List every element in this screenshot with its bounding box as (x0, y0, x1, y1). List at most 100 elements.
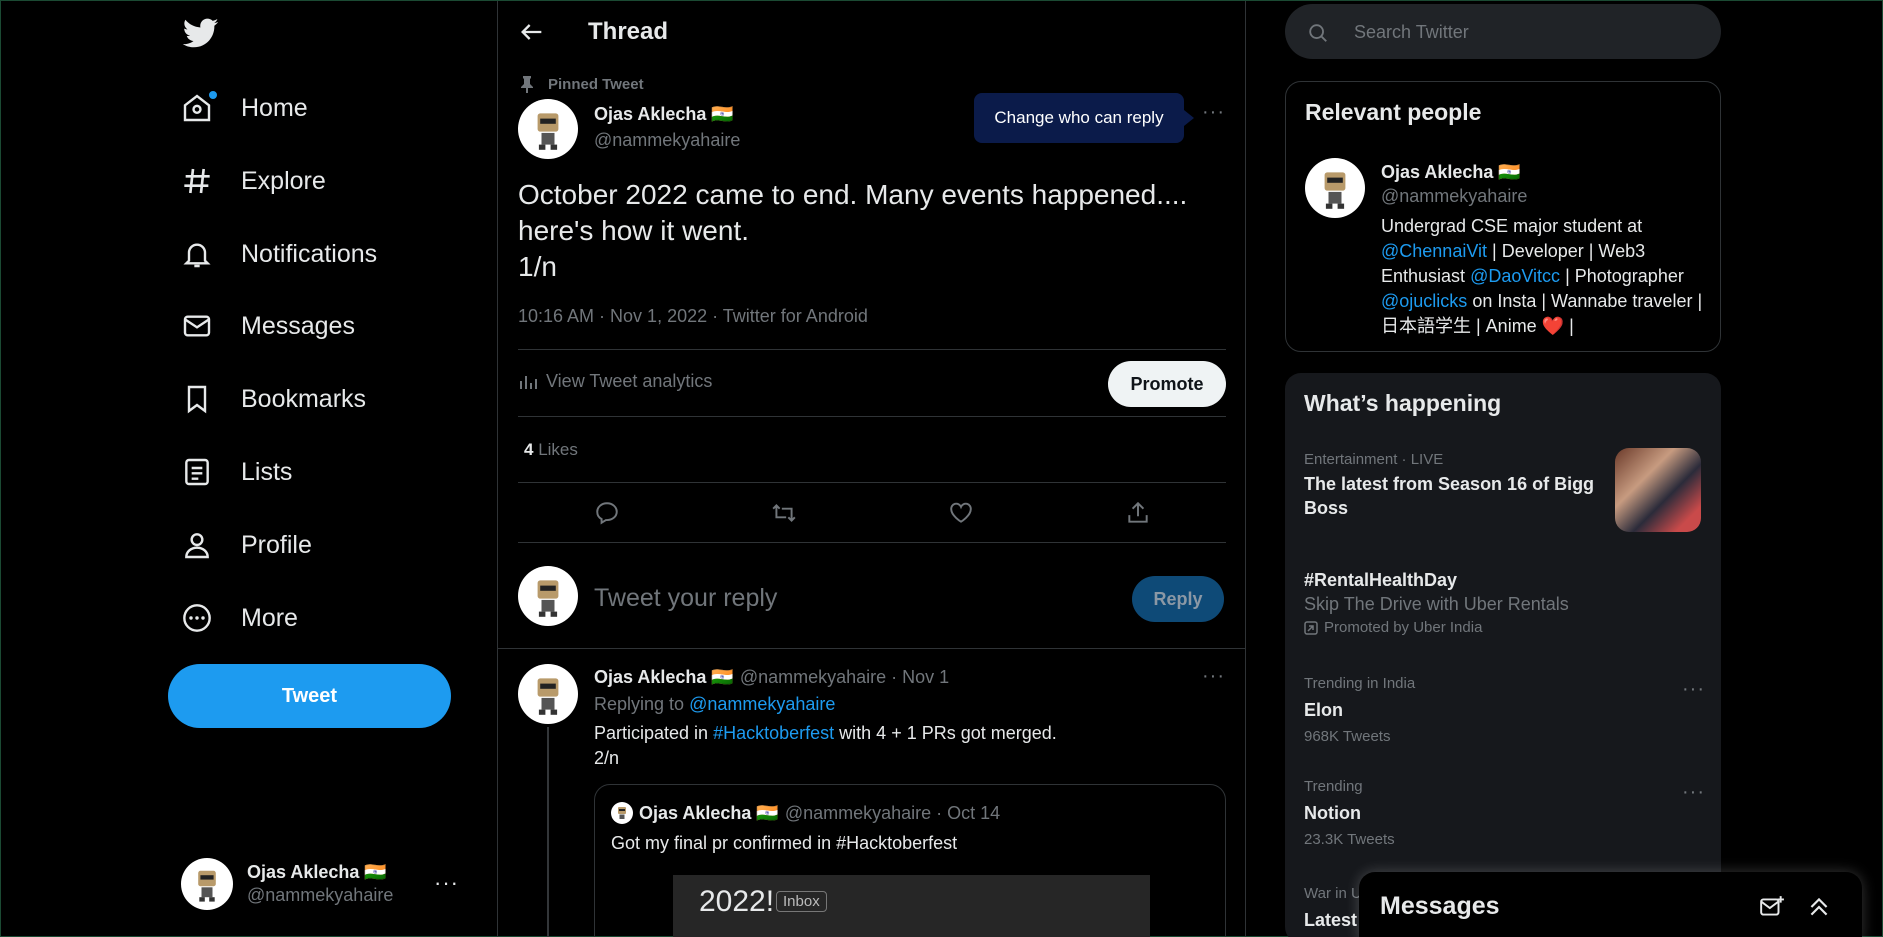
trend-topic: Notion (1304, 803, 1361, 823)
trend-category: Entertainment · LIVE (1304, 451, 1444, 468)
nav-explore-label: Explore (241, 166, 326, 195)
quote-author-name: Ojas Aklecha 🇮🇳 (639, 802, 779, 823)
reply-text-part: 2/n (594, 748, 620, 768)
promote-button[interactable]: Promote (1108, 361, 1226, 407)
divider (518, 349, 1226, 350)
retweet-icon[interactable] (771, 500, 797, 526)
robot-avatar-icon (537, 678, 559, 715)
reply-input[interactable]: Tweet your reply (594, 584, 777, 613)
hashtag-icon (184, 168, 210, 194)
relevant-avatar[interactable] (1305, 158, 1365, 218)
trend-promoted: Promoted by Uber India (1324, 619, 1483, 636)
bio-link[interactable]: @ojuclicks (1381, 291, 1467, 311)
tweet-actions (518, 491, 1226, 535)
quote-header: Ojas Aklecha 🇮🇳 @nammekyahaire · Oct 14 (611, 802, 1000, 824)
search-icon (1309, 24, 1327, 42)
nav-more[interactable]: More (181, 590, 298, 646)
replying-prefix: Replying to (594, 694, 685, 714)
nav-messages-label: Messages (241, 311, 355, 340)
search-input[interactable]: Search Twitter (1354, 22, 1469, 43)
likes-number: 4 (524, 440, 534, 459)
more-circle-icon (183, 604, 211, 632)
trend-category: Trending (1304, 778, 1363, 795)
trend-more-icon[interactable]: ··· (1682, 781, 1705, 804)
author-handle[interactable]: @nammekyahaire (594, 130, 740, 151)
author-name[interactable]: Ojas Aklecha 🇮🇳 (594, 104, 734, 125)
trend-item[interactable]: #RentalHealthDay Skip The Drive with Ube… (1304, 568, 1704, 636)
reply-text: Participated in #Hacktoberfest with 4 + … (594, 721, 1057, 771)
avatar (181, 858, 233, 910)
tweet-meta: 10:16 AM · Nov 1, 2022 · Twitter for And… (518, 306, 868, 326)
my-avatar (518, 566, 578, 626)
trend-more-icon[interactable]: ··· (1682, 678, 1705, 701)
nav-lists[interactable]: Lists (181, 444, 292, 500)
tweet-more-icon[interactable]: ··· (1202, 101, 1225, 124)
hashtag-link[interactable]: #Hacktoberfest (713, 723, 834, 743)
nav-messages[interactable]: Messages (181, 298, 355, 354)
reply-icon[interactable] (594, 500, 620, 526)
relevant-people-title: Relevant people (1305, 99, 1482, 125)
account-switcher[interactable]: Ojas Aklecha 🇮🇳 @nammekyahaire ··· (181, 858, 471, 910)
replying-to-link[interactable]: @nammekyahaire (689, 694, 835, 714)
messages-drawer[interactable]: Messages (1359, 872, 1862, 937)
reply-handle-time[interactable]: @nammekyahaire · Nov 1 (740, 667, 949, 688)
robot-avatar-icon (618, 807, 626, 819)
reply-author-avatar[interactable] (518, 664, 578, 724)
trend-topic: The latest from Season 16 of Bigg Boss (1304, 474, 1595, 518)
pinned-text: Pinned Tweet (548, 75, 644, 93)
trend-item[interactable]: Trending in India Elon 968K Tweets (1304, 675, 1704, 745)
collapse-up-icon[interactable] (1806, 894, 1832, 920)
nav-bookmarks[interactable]: Bookmarks (181, 371, 366, 427)
pinned-label: Pinned Tweet (520, 75, 644, 93)
nav-home-label: Home (241, 93, 308, 122)
back-arrow-icon[interactable] (518, 18, 546, 46)
reply-text-part: with 4 + 1 PRs got merged. (839, 723, 1057, 743)
page-title: Thread (588, 18, 669, 45)
author-avatar[interactable] (518, 99, 578, 159)
trend-item[interactable]: Entertainment · LIVE The latest from Sea… (1304, 451, 1609, 520)
likes-count[interactable]: 4 Likes (524, 440, 578, 460)
bio-text: Undergrad CSE major student at (1381, 216, 1643, 236)
person-icon (185, 533, 209, 559)
nav-profile[interactable]: Profile (181, 517, 312, 573)
trend-item[interactable]: Trending Notion 23.3K Tweets (1304, 778, 1704, 848)
reply-button[interactable]: Reply (1132, 576, 1224, 622)
divider (498, 648, 1245, 649)
trend-topic: #RentalHealthDay (1304, 570, 1458, 590)
nav-home[interactable]: Home (181, 80, 308, 136)
quote-image-badge: Inbox (776, 891, 827, 912)
nav-explore[interactable]: Explore (181, 153, 326, 209)
twitter-logo-icon[interactable] (181, 15, 221, 51)
quote-image-year: 2022! (699, 885, 775, 918)
view-analytics-link[interactable]: View Tweet analytics (518, 371, 712, 392)
trend-subtitle: Skip The Drive with Uber Rentals (1304, 594, 1569, 614)
likes-label: Likes (538, 440, 578, 459)
relevant-name[interactable]: Ojas Aklecha 🇮🇳 (1381, 162, 1521, 183)
search-bar[interactable]: Search Twitter (1285, 4, 1721, 59)
trend-count: 968K Tweets (1304, 728, 1391, 745)
share-icon[interactable] (1125, 500, 1151, 526)
robot-avatar-icon (1324, 172, 1346, 209)
right-sidebar: Search Twitter Relevant people Ojas Akle… (1246, 1, 1882, 937)
replying-to: Replying to @nammekyahaire (594, 694, 835, 715)
left-navigation: Home Explore Notifications Messages Book… (1, 1, 497, 937)
like-icon[interactable] (948, 500, 974, 526)
tweet-text: October 2022 came to end. Many events ha… (518, 179, 1188, 282)
bio-link[interactable]: @ChennaiVit (1381, 241, 1487, 261)
tweet-button[interactable]: Tweet (168, 664, 451, 728)
robot-avatar-icon (537, 113, 559, 150)
new-message-icon[interactable] (1759, 894, 1785, 920)
account-more-icon[interactable]: ··· (434, 870, 459, 896)
reply-header: Ojas Aklecha 🇮🇳 @nammekyahaire · Nov 1 (594, 667, 949, 688)
heart-icon: ❤️ (1541, 316, 1565, 336)
reply-more-icon[interactable]: ··· (1202, 665, 1225, 688)
nav-notifications[interactable]: Notifications (181, 226, 377, 282)
trend-topic: Elon (1304, 700, 1343, 720)
promoted-icon (1304, 620, 1318, 635)
reply-author-name[interactable]: Ojas Aklecha 🇮🇳 (594, 667, 734, 688)
whats-happening-card: What’s happening Entertainment · LIVE Th… (1285, 373, 1721, 937)
bio-link[interactable]: @DaoVitcc (1470, 266, 1560, 286)
quoted-tweet[interactable]: Ojas Aklecha 🇮🇳 @nammekyahaire · Oct 14 … (594, 784, 1226, 937)
relevant-handle[interactable]: @nammekyahaire (1381, 186, 1527, 207)
change-reply-tooltip[interactable]: Change who can reply (974, 93, 1194, 143)
